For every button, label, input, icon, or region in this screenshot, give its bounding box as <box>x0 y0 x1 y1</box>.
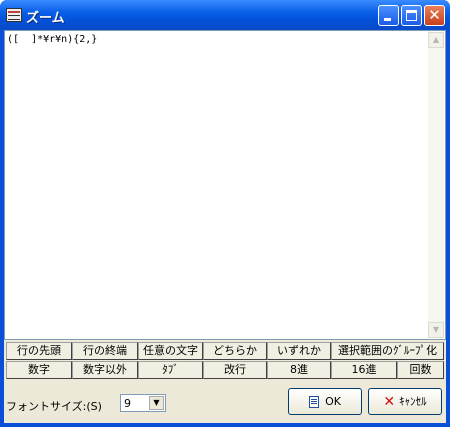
cancel-button[interactable]: ✕ ｷｬﾝｾﾙ <box>368 388 442 415</box>
either-button[interactable]: どちらか <box>203 342 267 360</box>
minimize-icon <box>384 18 391 21</box>
count-button[interactable]: 回数 <box>397 361 444 379</box>
editor-content[interactable]: ([ ]*¥r¥n){2,} <box>7 34 97 45</box>
window-frame-bottom <box>0 423 450 427</box>
non-digit-button[interactable]: 数字以外 <box>72 361 138 379</box>
font-size-value: 9 <box>124 397 131 410</box>
scroll-down-icon[interactable]: ▼ <box>428 322 444 338</box>
ok-label: OK <box>325 395 341 408</box>
group-selection-button[interactable]: 選択範囲のｸﾞﾙｰﾌﾟ化 <box>331 342 444 360</box>
digit-button[interactable]: 数字 <box>6 361 72 379</box>
app-icon[interactable] <box>6 8 22 22</box>
ok-button[interactable]: OK <box>288 388 362 415</box>
document-icon <box>309 396 320 408</box>
hex-button[interactable]: 16進 <box>331 361 397 379</box>
minimize-button[interactable] <box>378 5 399 26</box>
regex-editor[interactable]: ([ ]*¥r¥n){2,} ▲ ▼ <box>4 30 446 340</box>
cancel-x-icon: ✕ <box>383 393 396 410</box>
vertical-scrollbar[interactable]: ▲ ▼ <box>428 32 444 338</box>
scroll-up-icon[interactable]: ▲ <box>428 32 444 48</box>
cancel-label: ｷｬﾝｾﾙ <box>399 395 427 408</box>
close-button[interactable]: ✕ <box>424 5 445 26</box>
octal-button[interactable]: 8進 <box>267 361 331 379</box>
font-size-label: フォントサイズ:(S) <box>6 400 102 413</box>
any-char-button[interactable]: 任意の文字 <box>138 342 203 360</box>
dialog-client: ([ ]*¥r¥n){2,} ▲ ▼ 行の先頭 行の終端 任意の文字 どちらか … <box>4 30 446 423</box>
title-bar[interactable]: ズーム ✕ <box>0 0 450 30</box>
line-end-button[interactable]: 行の終端 <box>72 342 138 360</box>
tab-button[interactable]: ﾀﾌﾞ <box>138 361 203 379</box>
newline-button[interactable]: 改行 <box>203 361 267 379</box>
window-title: ズーム <box>26 11 65 26</box>
chevron-down-icon[interactable]: ▼ <box>149 396 164 410</box>
close-icon: ✕ <box>428 6 441 24</box>
any-of-button[interactable]: いずれか <box>267 342 331 360</box>
zoom-window: ズーム ✕ ([ ]*¥r¥n){2,} ▲ ▼ 行の先頭 行の終端 任意の文字… <box>0 0 450 427</box>
line-start-button[interactable]: 行の先頭 <box>6 342 72 360</box>
font-size-select[interactable]: 9 ▼ <box>120 394 166 412</box>
maximize-icon <box>406 10 417 21</box>
maximize-button[interactable] <box>401 5 422 26</box>
